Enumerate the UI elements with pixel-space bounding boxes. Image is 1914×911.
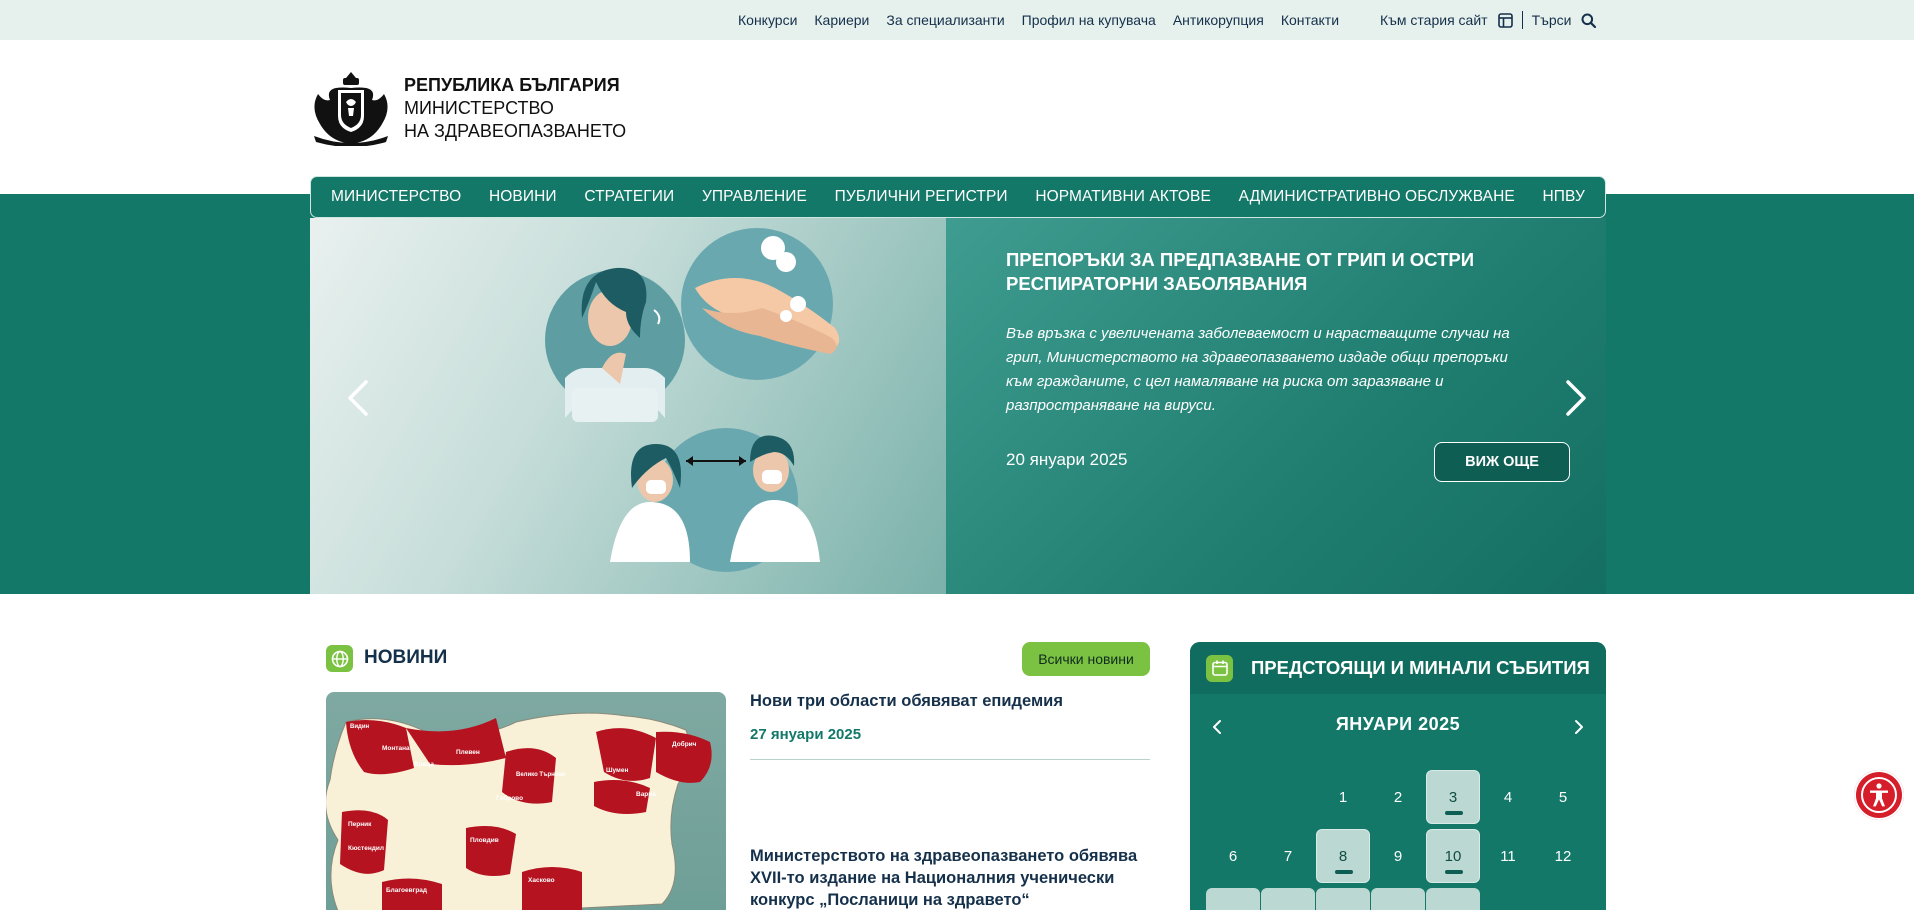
map-label-varna: Варна (636, 791, 656, 798)
accessibility-button[interactable] (1854, 770, 1904, 820)
events-panel: ПРЕДСТОЯЩИ И МИНАЛИ СЪБИТИЯ ЯНУАРИ 2025 … (1190, 642, 1606, 910)
old-site-link[interactable]: Към стария сайт (1380, 12, 1488, 28)
map-label-shumen: Шумен (606, 767, 628, 774)
map-label-pleven: Плевен (456, 749, 480, 756)
see-more-button[interactable]: ВИЖ ОЩЕ (1434, 442, 1570, 482)
main-nav: МИНИСТЕРСТВО НОВИНИ СТРАТЕГИИ УПРАВЛЕНИЕ… (310, 176, 1606, 218)
brand-line-1: РЕПУБЛИКА БЪЛГАРИЯ (404, 75, 620, 95)
calendar-day-7[interactable]: 7 (1261, 829, 1315, 883)
map-label-kyustendil: Кюстендил (348, 845, 384, 852)
top-link-specializanti[interactable]: За специализанти (886, 12, 1004, 28)
map-label-pernik: Перник (348, 821, 372, 828)
map-label-vidin: Видин (350, 724, 370, 730)
map-label-haskovo: Хасково (528, 877, 555, 884)
map-label-v-tarnovo: Велико Търново (516, 772, 566, 778)
slider-next-arrow[interactable] (1562, 378, 1590, 418)
globe-icon (326, 645, 353, 672)
top-link-kontakti[interactable]: Контакти (1281, 12, 1339, 28)
events-header: ПРЕДСТОЯЩИ И МИНАЛИ СЪБИТИЯ (1190, 642, 1606, 694)
calendar-next-icon[interactable] (1572, 718, 1586, 736)
top-link-karieri[interactable]: Кариери (814, 12, 869, 28)
calendar-month: ЯНУАРИ 2025 (1335, 714, 1461, 734)
nav-item-ministerstvo[interactable]: МИНИСТЕРСТВО (331, 188, 461, 206)
nav-item-upravlenie[interactable]: УПРАВЛЕНИЕ (702, 188, 807, 206)
slide-illustration[interactable] (310, 218, 946, 594)
calendar-day-4[interactable]: 4 (1481, 770, 1535, 824)
top-link-antikorupciya[interactable]: Антикорупция (1173, 12, 1264, 28)
top-bar: Конкурси Кариери За специализанти Профил… (0, 0, 1914, 40)
top-link-konkursi[interactable]: Конкурси (738, 12, 797, 28)
calendar-day-12[interactable]: 12 (1536, 829, 1590, 883)
news-item-2-title[interactable]: Министерството на здравеопазването обявя… (750, 845, 1150, 911)
calendar-day-17[interactable]: 17 (1426, 888, 1480, 910)
calendar-day-14[interactable]: 14 (1261, 888, 1315, 910)
news-divider (750, 759, 1150, 760)
calendar-day-11[interactable]: 11 (1481, 829, 1535, 883)
calendar-day-9[interactable]: 9 (1371, 829, 1425, 883)
calendar-icon (1206, 654, 1233, 682)
nav-item-novini[interactable]: НОВИНИ (489, 188, 557, 206)
search-link[interactable]: Търси (1532, 12, 1572, 28)
calendar-day-1[interactable]: 1 (1316, 770, 1370, 824)
map-label-gabrovo: Габрово (496, 794, 523, 802)
calendar-day-13[interactable]: 13 (1206, 888, 1260, 910)
calendar-day-8[interactable]: 8 (1316, 829, 1370, 883)
news-item-1-title[interactable]: Нови три области обявяват епидемия (750, 692, 1150, 711)
brand-title[interactable]: РЕПУБЛИКА БЪЛГАРИЯ МИНИСТЕРСТВО НА ЗДРАВ… (404, 74, 626, 143)
calendar-day-6[interactable]: 6 (1206, 829, 1260, 883)
nav-item-publichni-registri[interactable]: ПУБЛИЧНИ РЕГИСТРИ (835, 188, 1008, 206)
slide-content: ПРЕПОРЪКИ ЗА ПРЕДПАЗВАНЕ ОТ ГРИП И ОСТРИ… (946, 218, 1606, 594)
events-title: ПРЕДСТОЯЩИ И МИНАЛИ СЪБИТИЯ (1251, 657, 1590, 678)
accessibility-icon (1861, 777, 1897, 813)
top-links: Конкурси Кариери За специализанти Профил… (738, 0, 1356, 40)
slide-title[interactable]: ПРЕПОРЪКИ ЗА ПРЕДПАЗВАНЕ ОТ ГРИП И ОСТРИ… (1006, 248, 1526, 296)
nav-item-normativni-aktove[interactable]: НОРМАТИВНИ АКТОВЕ (1035, 188, 1211, 206)
calendar-day-15[interactable]: 15 (1316, 888, 1370, 910)
news-map-image[interactable]: Видин Монтана Враца Плевен Велико Търнов… (326, 692, 726, 910)
all-news-button[interactable]: Всички новини (1022, 642, 1150, 676)
top-link-profil-kupuvacha[interactable]: Профил на купувача (1022, 12, 1156, 28)
slide-date: 20 януари 2025 (1006, 450, 1128, 469)
calendar-day-18[interactable]: 18 (1481, 888, 1535, 911)
brand-line-2: МИНИСТЕРСТВО (404, 98, 554, 118)
top-right-tools: Към стария сайт Търси (1380, 0, 1597, 40)
news-section-title: НОВИНИ (364, 647, 448, 668)
news-item-1-date: 27 януари 2025 (750, 726, 862, 743)
slider-prev-arrow[interactable] (344, 378, 372, 418)
nav-item-administrativno-obsluzhvane[interactable]: АДМИНИСТРАТИВНО ОБСЛУЖВАНЕ (1239, 188, 1515, 206)
calendar-day-5[interactable]: 5 (1536, 770, 1590, 824)
nav-item-strategii[interactable]: СТРАТЕГИИ (584, 188, 674, 206)
search-icon[interactable] (1581, 13, 1597, 28)
calendar-day-16[interactable]: 16 (1371, 888, 1425, 910)
slide-description: Във връзка с увеличената заболеваемост и… (1006, 325, 1510, 414)
map-label-montana: Монтана (382, 745, 410, 752)
map-label-plovdiv: Пловдив (470, 837, 499, 844)
calendar-day-2[interactable]: 2 (1371, 770, 1425, 824)
calendar-day-19[interactable]: 19 (1536, 888, 1590, 911)
map-label-dobrich: Добрич (672, 740, 697, 748)
top-divider (1521, 11, 1523, 29)
calendar-day-10[interactable]: 10 (1426, 829, 1480, 883)
nav-item-npvu[interactable]: НПВУ (1543, 188, 1585, 206)
map-label-blagoevgrad: Благоевград (386, 887, 427, 894)
brand-line-3: НА ЗДРАВЕОПАЗВАНЕТО (404, 121, 627, 141)
calendar-day-3[interactable]: 3 (1426, 770, 1480, 824)
map-label-vratsa: Враца (414, 761, 434, 768)
coat-of-arms-logo[interactable] (310, 70, 392, 147)
layout-icon[interactable] (1497, 12, 1513, 28)
